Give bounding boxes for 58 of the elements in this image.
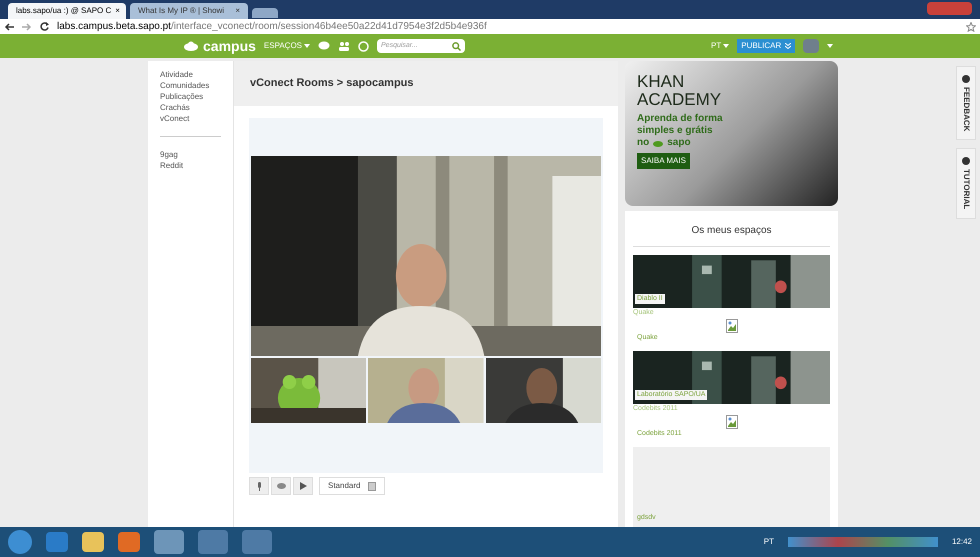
ad-text: simples e grátis — [637, 125, 714, 137]
play-button[interactable] — [293, 477, 313, 495]
microphone-button[interactable] — [249, 477, 269, 495]
taskbar-app[interactable] — [82, 532, 104, 552]
search-icon — [452, 42, 462, 50]
browser-tab[interactable]: labs.sapo/ua :) @ SAPO C × — [8, 3, 126, 19]
ad-brand: sapo — [667, 137, 691, 149]
chevron-icon — [785, 43, 792, 49]
quality-select[interactable]: Standard — [319, 477, 386, 495]
sidebar-link[interactable]: Reddit — [160, 160, 233, 171]
sidebar-item[interactable]: Atividade — [160, 69, 233, 80]
caret-icon — [827, 44, 834, 48]
star-icon[interactable] — [966, 22, 976, 32]
eye-icon — [276, 483, 286, 489]
learn-more-button[interactable]: SAIBA MAIS — [637, 153, 690, 169]
browser-tab[interactable]: What Is My IP ® | Showi × — [130, 3, 248, 19]
close-tab-button[interactable]: × — [115, 5, 120, 17]
ad-text: Aprenda de forma — [637, 113, 724, 125]
reload-icon[interactable] — [40, 22, 49, 31]
tab-title: labs.sapo/ua :) @ SAPO C — [16, 5, 112, 17]
close-tab-button[interactable]: × — [235, 5, 240, 17]
sidebar-item[interactable]: Comunidades — [160, 80, 233, 91]
broken-image-icon — [726, 318, 738, 332]
sidebar-item[interactable]: Crachás — [160, 102, 233, 113]
publish-button[interactable]: PUBLICAR — [737, 39, 796, 53]
forward-icon[interactable] — [22, 22, 32, 30]
chat-icon[interactable] — [318, 41, 330, 51]
new-tab-button[interactable] — [252, 8, 278, 18]
caret-icon — [723, 44, 730, 48]
dropdown-icon — [368, 482, 376, 490]
clock[interactable]: 12:42 — [952, 536, 972, 548]
sidebar-link[interactable]: 9gag — [160, 149, 233, 160]
ad-text: no — [637, 137, 650, 149]
avatar[interactable] — [803, 39, 820, 53]
ad-title: KHAN — [637, 73, 686, 91]
start-button[interactable] — [8, 530, 32, 554]
sidebar-item[interactable]: Publicações — [160, 91, 233, 102]
window-controls[interactable] — [927, 2, 972, 15]
camera-button[interactable] — [271, 477, 291, 495]
back-icon[interactable] — [4, 22, 14, 30]
tray-icons[interactable] — [788, 537, 938, 547]
broken-image-icon — [726, 414, 738, 428]
side-tab[interactable]: FEEDBACK — [956, 66, 976, 140]
advertisement-banner[interactable]: KHAN ACADEMY Aprenda de forma simples e grátis no sapo SAIBA MAIS — [625, 61, 838, 206]
side-tab[interactable]: TUTORIAL — [956, 148, 976, 219]
room-title: vConect Rooms > sapocampus — [250, 76, 414, 92]
ad-title: ACADEMY — [637, 91, 722, 109]
people-icon[interactable] — [338, 41, 350, 51]
caret-icon — [304, 44, 310, 48]
panel-title: Os meus espaços — [633, 223, 830, 247]
tab-title: What Is My IP ® | Showi — [138, 5, 226, 17]
taskbar-app[interactable] — [118, 532, 140, 552]
badge-icon[interactable] — [358, 40, 370, 52]
sidebar-item[interactable]: vConect — [160, 113, 233, 124]
play-icon — [300, 482, 306, 490]
microphone-icon — [256, 482, 262, 490]
cloud-icon — [183, 41, 199, 51]
language-indicator[interactable]: PT — [764, 536, 774, 548]
